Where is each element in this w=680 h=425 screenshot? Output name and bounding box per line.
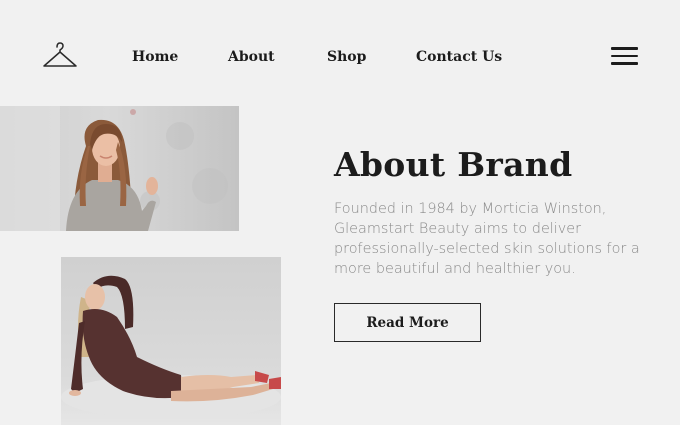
nav-link-about[interactable]: About: [228, 49, 275, 65]
nav-link-home[interactable]: Home: [132, 49, 178, 65]
about-description: Founded in 1984 by Morticia Winston, Gle…: [334, 201, 640, 277]
read-more-button[interactable]: Read More: [334, 303, 481, 342]
about-brand-title: About Brand: [334, 145, 573, 184]
main-nav: Home About Shop Contact Us: [0, 49, 680, 69]
nav-link-shop[interactable]: Shop: [327, 49, 366, 65]
hamburger-menu-icon[interactable]: [611, 47, 638, 65]
nav-link-contact-us[interactable]: Contact Us: [416, 49, 502, 65]
woman-in-grey-sweater-photo: [0, 106, 239, 231]
woman-in-brown-dress-photo: [61, 257, 281, 425]
